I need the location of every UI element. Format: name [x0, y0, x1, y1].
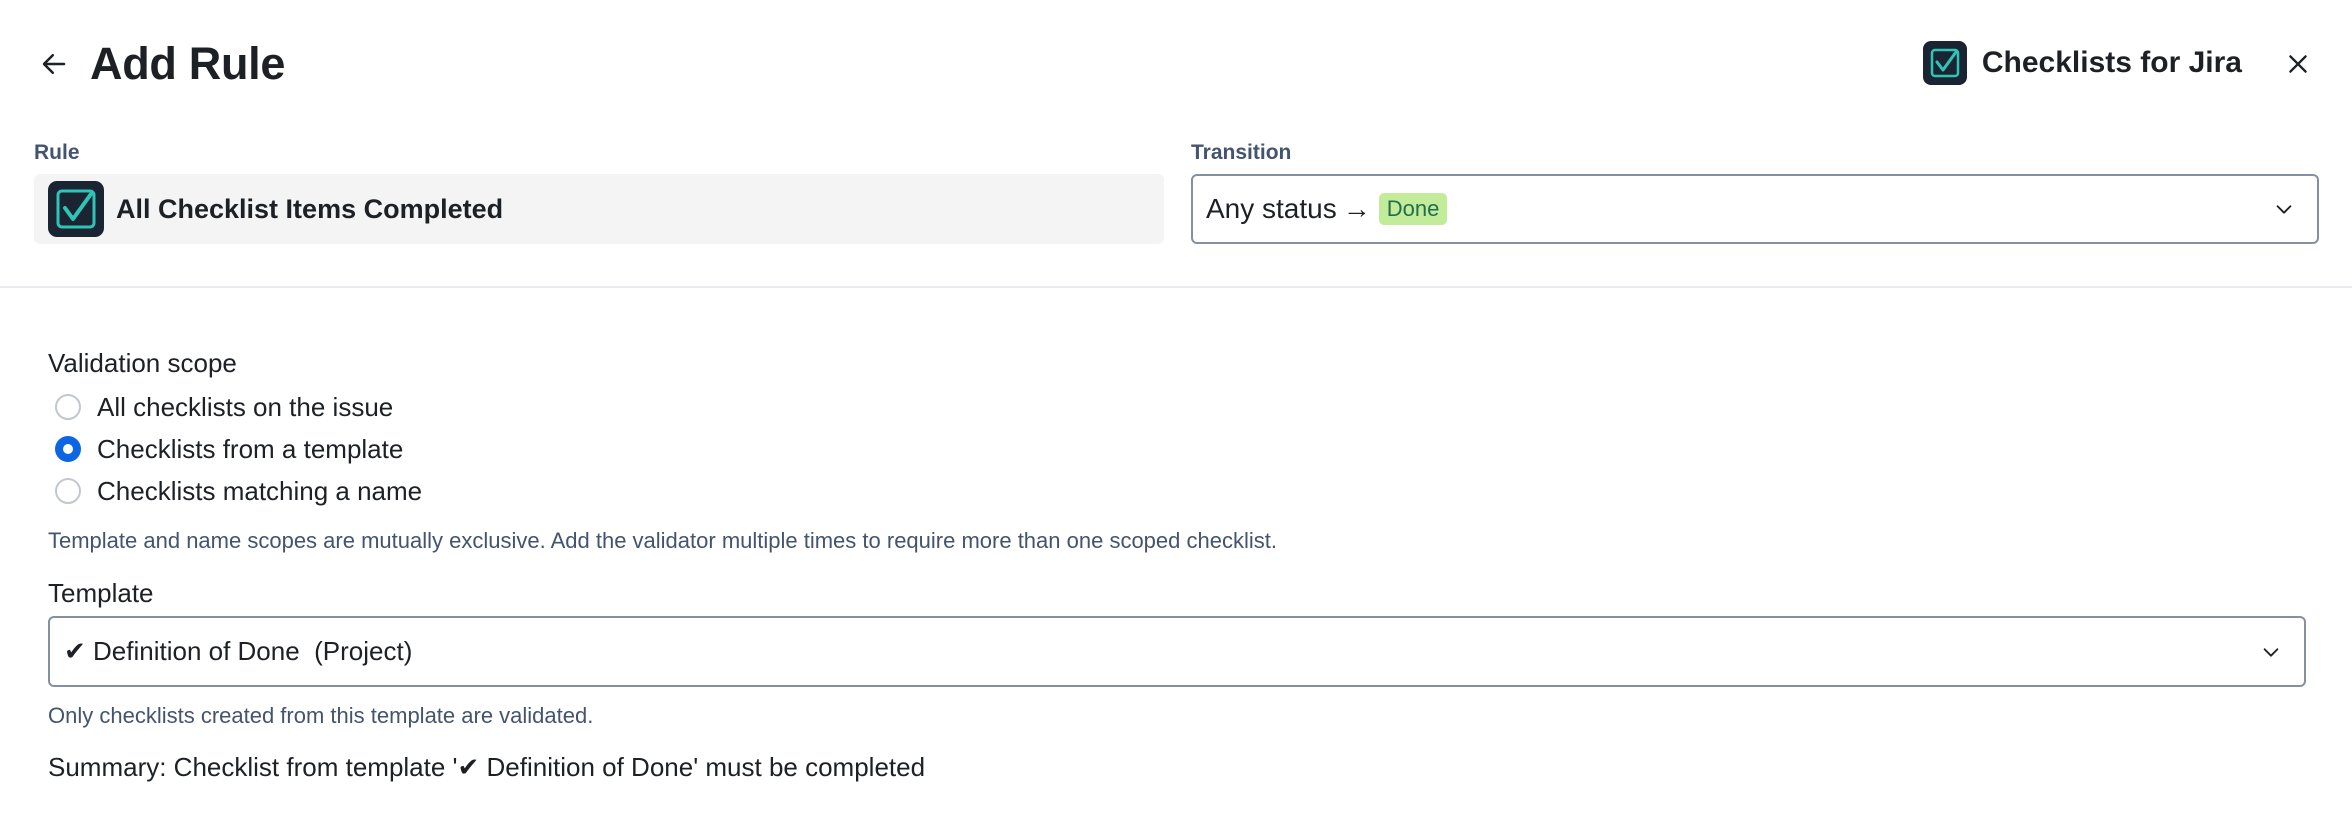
rule-label: Rule [34, 141, 80, 164]
template-label: Template [48, 578, 154, 608]
chevron-down-icon [2276, 205, 2292, 214]
validation-scope-heading: Validation scope [48, 348, 237, 378]
template-helper-text: Only checklists created from this templa… [48, 703, 594, 728]
rule-name: All Checklist Items Completed [116, 193, 504, 224]
arrow-right-icon: → [1342, 193, 1371, 224]
modal-header: Add Rule Checklists for Jira [0, 0, 2352, 128]
template-value: ✔ Definition of Done (Project) [64, 636, 413, 666]
scope-option-label: Checklists matching a name [97, 475, 423, 506]
back-button[interactable] [34, 44, 74, 84]
close-icon [2289, 55, 2307, 73]
header-divider [0, 286, 2352, 288]
radio-button[interactable] [55, 394, 81, 420]
radio-button[interactable] [55, 478, 81, 504]
chevron-down-icon [2263, 647, 2279, 657]
checklist-logo-icon [48, 181, 104, 237]
checklist-logo-icon [1922, 41, 1967, 85]
rule-display: All Checklist Items Completed [34, 174, 1164, 244]
rule-summary: Summary: Checklist from template '✔ Defi… [48, 752, 926, 782]
arrow-left-icon [42, 54, 66, 74]
scope-option-template[interactable]: Checklists from a template [55, 431, 403, 467]
transition-label: Transition [1191, 141, 1292, 164]
scope-helper-text: Template and name scopes are mutually ex… [48, 528, 1277, 553]
close-button[interactable] [2278, 44, 2318, 84]
status-lozenge-done: Done [1378, 193, 1448, 225]
app-name: Checklists for Jira [1981, 46, 2242, 79]
template-select[interactable]: ✔ Definition of Done (Project) [48, 616, 2306, 687]
scope-option-label: All checklists on the issue [97, 391, 394, 422]
scope-option-all[interactable]: All checklists on the issue [55, 389, 393, 425]
scope-option-label: Checklists from a template [97, 433, 404, 464]
transition-from: Any status [1206, 193, 1337, 224]
scope-option-name[interactable]: Checklists matching a name [55, 473, 422, 509]
radio-button-selected[interactable] [55, 436, 81, 462]
app-brand: Checklists for Jira [1922, 40, 2242, 86]
page-title: Add Rule [90, 38, 286, 89]
transition-select[interactable]: Any status → Done [1191, 174, 2319, 244]
